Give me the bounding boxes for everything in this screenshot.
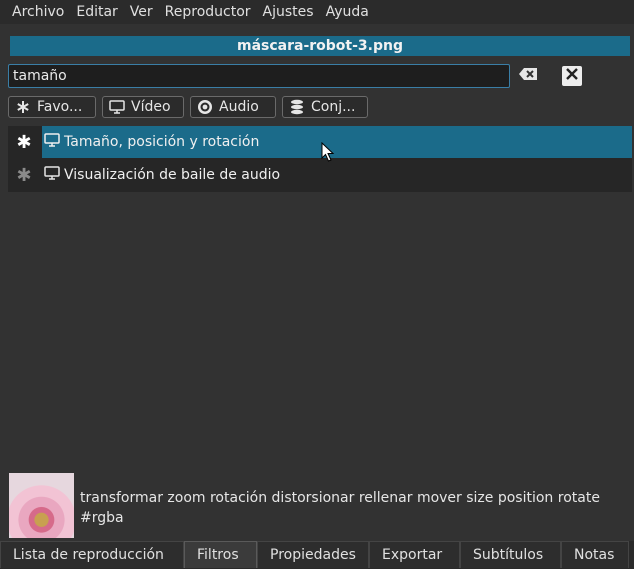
list-item[interactable]: ✱ Visualización de baile de audio [8, 159, 632, 191]
audio-filter-label: Audio [219, 99, 259, 115]
menu-archivo[interactable]: Archivo [0, 4, 72, 20]
video-filter-label: Vídeo [131, 99, 171, 115]
menu-reproductor[interactable]: Reproductor [161, 4, 259, 20]
filter-tags-text: transformar zoom rotación distorsionar r… [80, 490, 600, 526]
list-item[interactable]: ✱ Tamaño, posición y rotación [8, 126, 632, 158]
monitor-icon [44, 166, 60, 184]
monitor-icon [44, 133, 60, 151]
current-file-title: máscara-robot-3.png [10, 36, 630, 56]
menu-bar: Archivo Editar Ver Reproductor Ajustes A… [0, 0, 634, 24]
menu-ayuda[interactable]: Ayuda [322, 4, 377, 20]
tab-notes[interactable]: Notas [561, 541, 629, 568]
favorites-filter-button[interactable]: Favo... [8, 96, 96, 118]
close-icon [566, 68, 578, 84]
favorite-star-icon[interactable]: ✱ [8, 165, 40, 186]
tab-properties[interactable]: Propiedades [257, 541, 369, 568]
bottom-tab-bar: Lista de reproducción Filtros Propiedade… [0, 541, 634, 569]
tab-filters[interactable]: Filtros [184, 541, 257, 568]
list-item-cell[interactable]: Tamaño, posición y rotación [42, 126, 632, 158]
list-item-label: Visualización de baile de audio [64, 167, 281, 183]
backspace-icon [519, 68, 537, 84]
asterisk-icon [15, 99, 31, 115]
filter-results-list: ✱ Tamaño, posición y rotación ✱ Visualiz… [8, 126, 632, 192]
favorite-star-icon[interactable]: ✱ [8, 132, 40, 153]
video-filter-button[interactable]: Vídeo [102, 96, 184, 118]
stack-icon [289, 99, 305, 115]
tab-export[interactable]: Exportar [369, 541, 460, 568]
tab-subtitles[interactable]: Subtítulos [460, 541, 561, 568]
menu-editar[interactable]: Editar [72, 4, 125, 20]
mouse-cursor-icon [321, 141, 335, 162]
sets-filter-label: Conj... [311, 99, 356, 115]
list-item-label: Tamaño, posición y rotación [64, 134, 260, 150]
monitor-icon [109, 99, 125, 115]
disc-icon [197, 99, 213, 115]
filter-preview-thumbnail [9, 473, 74, 538]
close-search-button[interactable] [562, 66, 582, 86]
tab-playlist[interactable]: Lista de reproducción [0, 541, 184, 568]
list-item-cell[interactable]: Visualización de baile de audio [42, 159, 632, 191]
favorites-filter-label: Favo... [37, 99, 83, 115]
filter-search-input[interactable] [8, 64, 510, 88]
audio-filter-button[interactable]: Audio [190, 96, 276, 118]
clear-search-button[interactable] [516, 64, 540, 88]
menu-ajustes[interactable]: Ajustes [259, 4, 322, 20]
menu-ver[interactable]: Ver [126, 4, 161, 20]
filter-category-buttons: Favo... Vídeo Audio Conj... [8, 96, 368, 118]
sets-filter-button[interactable]: Conj... [282, 96, 368, 118]
